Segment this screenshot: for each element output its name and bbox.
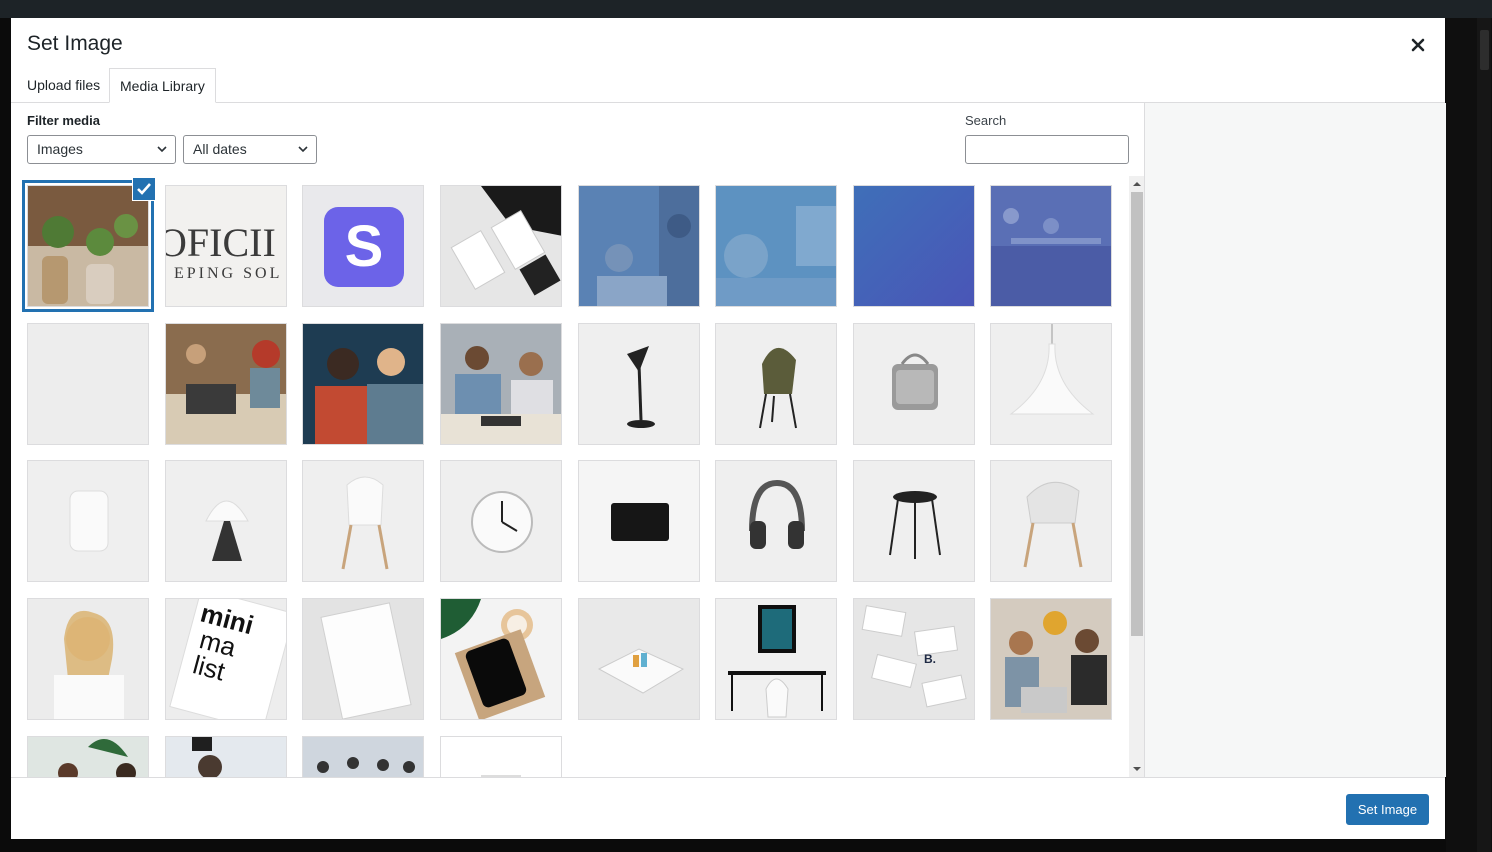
media-thumbnail-mushroom-lamp[interactable] xyxy=(165,460,287,582)
media-thumbnail-officina-keeping-sol[interactable]: OFICII EPING SOL xyxy=(165,185,287,307)
media-thumbnail-man-with-glasses[interactable] xyxy=(165,736,287,777)
media-thumbnail-women-at-plants[interactable] xyxy=(27,736,149,777)
media-thumbnail-minimalist-graphics-book[interactable]: mini ma list xyxy=(165,598,287,720)
media-thumbnail-office-blue-overlay-1[interactable] xyxy=(578,185,700,307)
media-grid-scrollbar[interactable] xyxy=(1129,176,1145,777)
media-thumbnail-crowd-event[interactable] xyxy=(302,736,424,777)
media-thumbnail-smiling-woman-phone[interactable] xyxy=(27,598,149,720)
media-thumbnail-b-business-cards[interactable]: B. xyxy=(853,598,975,720)
page-scrollbar-thumb[interactable] xyxy=(1480,30,1489,70)
media-thumbnail-headphones[interactable] xyxy=(715,460,837,582)
media-thumbnail-black-stool[interactable] xyxy=(853,460,975,582)
media-thumbnail-stripe-logo[interactable]: S xyxy=(302,185,424,307)
media-thumbnail-white-chair[interactable] xyxy=(302,460,424,582)
modal-footer: Set Image xyxy=(11,777,1445,839)
scroll-down-icon[interactable] xyxy=(1133,765,1141,773)
page-backdrop-right xyxy=(1446,18,1492,852)
media-thumbnail-blank-light-grey[interactable] xyxy=(27,323,149,445)
media-thumbnail-white-speaker[interactable] xyxy=(27,460,149,582)
media-type-select-value: Images xyxy=(37,141,83,157)
chevron-down-icon xyxy=(298,145,308,153)
filter-media-label: Filter media xyxy=(27,113,100,128)
media-date-select-value: All dates xyxy=(193,141,247,157)
svg-text:OFICII: OFICII xyxy=(166,220,276,265)
media-thumbnail-black-card[interactable] xyxy=(578,460,700,582)
media-thumbnail-office-blue-overlay-3[interactable] xyxy=(990,185,1112,307)
media-thumbnail-office-blue-overlay-2[interactable] xyxy=(715,185,837,307)
media-thumbnail-people-at-laptop[interactable] xyxy=(165,323,287,445)
scroll-up-icon[interactable] xyxy=(1133,180,1141,188)
media-type-select[interactable]: Images xyxy=(27,135,176,164)
media-thumbnail-wall-clock[interactable] xyxy=(440,460,562,582)
set-image-button[interactable]: Set Image xyxy=(1346,794,1429,825)
chevron-down-icon xyxy=(157,145,167,153)
media-thumbnail-tablet-with-coffee[interactable] xyxy=(440,598,562,720)
tab-upload-files[interactable]: Upload files xyxy=(17,68,110,102)
search-input[interactable] xyxy=(965,135,1129,164)
media-thumbnail-folded-brochure[interactable] xyxy=(578,598,700,720)
close-icon[interactable] xyxy=(1407,34,1429,56)
media-thumbnail-plants-in-vases[interactable] xyxy=(22,180,154,312)
svg-text:S: S xyxy=(345,214,384,279)
tab-media-library[interactable]: Media Library xyxy=(109,68,216,103)
search-label: Search xyxy=(965,113,1007,128)
media-thumbnail-team-with-laptop[interactable] xyxy=(990,598,1112,720)
media-grid-scrollbar-thumb[interactable] xyxy=(1131,192,1143,636)
admin-bar-background xyxy=(0,0,1492,18)
media-grid: OFICII EPING SOL Smini ma list B. xyxy=(11,176,1129,777)
modal-title: Set Image xyxy=(27,32,123,55)
checkmark-icon[interactable] xyxy=(132,177,156,201)
media-thumbnail-white-business-card[interactable] xyxy=(302,598,424,720)
media-thumbnail-blank-white[interactable] xyxy=(440,736,562,777)
modal-tabs: Upload files Media Library xyxy=(11,68,1445,103)
media-thumbnail-white-pendant-lamp[interactable] xyxy=(990,323,1112,445)
media-thumbnail-solid-blue-gradient[interactable] xyxy=(853,185,975,307)
svg-text:B.: B. xyxy=(924,652,936,666)
media-thumbnail-team-at-table[interactable] xyxy=(440,323,562,445)
page-scrollbar[interactable] xyxy=(1477,18,1491,852)
media-date-select[interactable]: All dates xyxy=(183,135,317,164)
media-thumbnail-black-desk-lamp[interactable] xyxy=(578,323,700,445)
attachment-details-sidebar xyxy=(1144,103,1446,777)
media-thumbnail-business-card-mockup[interactable] xyxy=(440,185,562,307)
svg-text:EPING SOL: EPING SOL xyxy=(174,265,282,282)
media-modal: Set Image Upload files Media Library Fil… xyxy=(11,18,1446,839)
media-thumbnail-white-armchair[interactable] xyxy=(990,460,1112,582)
media-thumbnail-desk-with-frame[interactable] xyxy=(715,598,837,720)
media-thumbnail-olive-chair[interactable] xyxy=(715,323,837,445)
media-thumbnail-woman-and-man-talking[interactable] xyxy=(302,323,424,445)
media-thumbnail-grey-speaker[interactable] xyxy=(853,323,975,445)
